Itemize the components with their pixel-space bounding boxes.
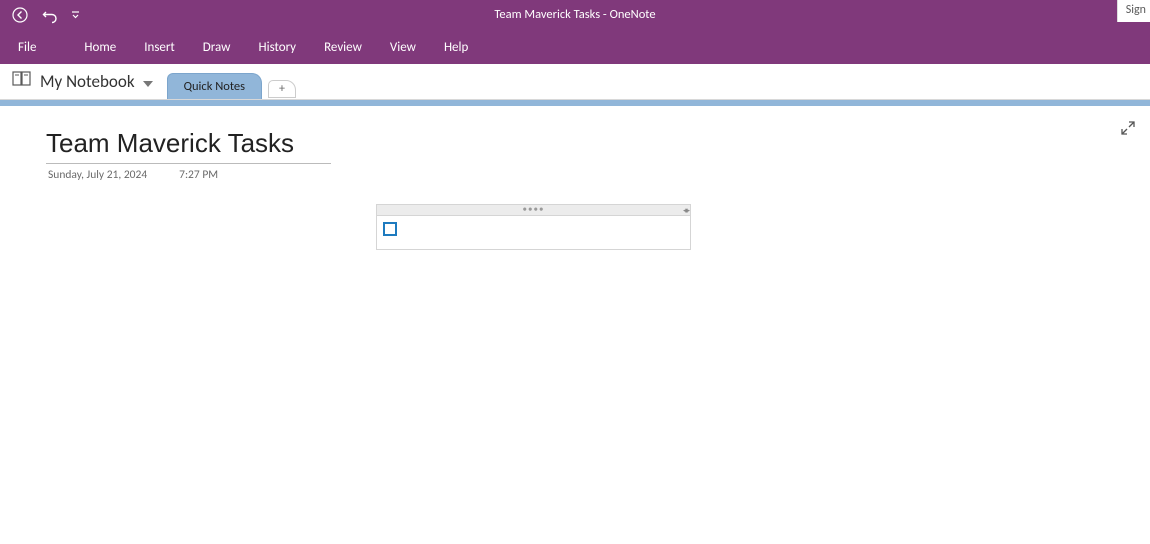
page-meta: Sunday, July 21, 2024 7:27 PM [48,168,218,182]
add-section-button[interactable]: + [268,80,296,98]
page-title-block[interactable]: Team Maverick Tasks [46,128,331,164]
page-canvas[interactable]: Team Maverick Tasks Sunday, July 21, 202… [0,106,1150,544]
notebook-icon [12,70,32,93]
menu-insert[interactable]: Insert [130,32,189,63]
menu-bar: File Home Insert Draw History Review Vie… [0,30,1150,64]
fullscreen-icon[interactable] [1120,120,1136,136]
menu-history[interactable]: History [244,32,310,63]
window-title: Team Maverick Tasks - OneNote [0,7,1150,22]
menu-home[interactable]: Home [70,32,130,63]
notebook-name: My Notebook [40,71,135,92]
title-underline [46,163,331,164]
undo-icon[interactable] [40,5,60,25]
section-bar: My Notebook Quick Notes + [0,64,1150,100]
section-tab-quick-notes[interactable]: Quick Notes [167,73,262,99]
back-icon[interactable] [10,5,30,25]
menu-file[interactable]: File [0,32,54,63]
title-bar: Team Maverick Tasks - OneNote Sign [0,0,1150,30]
menu-draw[interactable]: Draw [189,32,245,63]
note-container[interactable]: •••• ◂▸ [376,204,691,250]
quick-access-toolbar [0,5,82,25]
menu-review[interactable]: Review [310,32,376,63]
grip-icon: •••• [523,205,545,214]
section-tab-label: Quick Notes [184,79,245,94]
sign-in-button[interactable]: Sign [1117,0,1150,22]
menu-view[interactable]: View [376,32,430,63]
menu-help[interactable]: Help [430,32,482,63]
chevron-down-icon [143,81,153,87]
customize-qat-icon[interactable] [70,5,82,25]
page-time[interactable]: 7:27 PM [179,168,218,182]
plus-icon: + [279,82,285,96]
page-date[interactable]: Sunday, July 21, 2024 [48,168,147,182]
note-container-handle[interactable]: •••• ◂▸ [376,204,691,216]
page-title[interactable]: Team Maverick Tasks [46,128,331,163]
todo-checkbox[interactable] [383,222,397,236]
notebook-selector[interactable]: My Notebook [0,70,161,99]
note-body[interactable] [376,216,691,250]
resize-handle-icon[interactable]: ◂▸ [683,205,688,216]
